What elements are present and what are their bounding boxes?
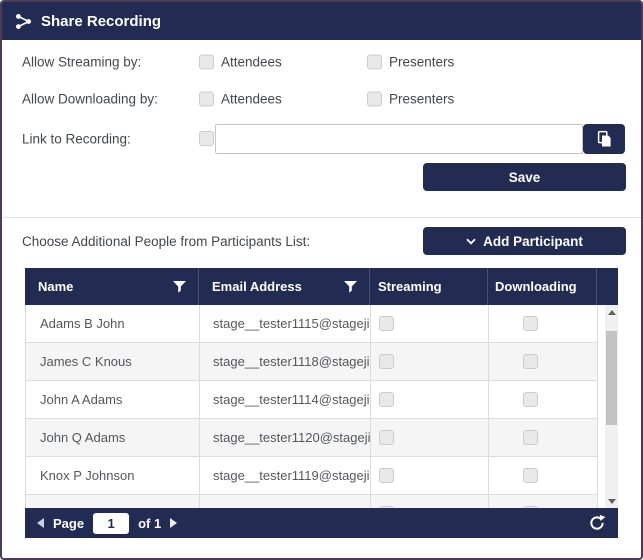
row-downloading-checkbox[interactable]: [523, 430, 538, 445]
participant-email: stage__tester1117@stageji...: [200, 495, 371, 508]
table-row[interactable]: Adams B John stage__tester1115@stageji..…: [26, 305, 598, 343]
save-button[interactable]: Save: [423, 163, 626, 191]
choose-participants-label: Choose Additional People from Participan…: [22, 234, 310, 249]
downloading-attendees-checkbox[interactable]: [199, 92, 214, 107]
row-downloading-checkbox[interactable]: [523, 468, 538, 483]
streaming-attendees-label: Attendees: [221, 55, 282, 70]
table-row[interactable]: James C Knous stage__tester1118@stageji.…: [26, 343, 598, 381]
table-body: Adams B John stage__tester1115@stageji..…: [25, 305, 618, 508]
add-participant-label: Add Participant: [483, 234, 583, 249]
page-number-input[interactable]: [93, 513, 129, 534]
link-enable-checkbox[interactable]: [199, 131, 214, 146]
downloading-attendees-option: Attendees: [199, 92, 282, 107]
downloading-presenters-label: Presenters: [389, 92, 454, 107]
column-header-downloading: Downloading: [488, 268, 597, 305]
downloading-presenters-checkbox[interactable]: [367, 92, 382, 107]
page-count-label: of 1: [138, 516, 161, 531]
scroll-up-icon[interactable]: [605, 305, 618, 319]
section-divider: [2, 217, 641, 218]
scroll-down-icon[interactable]: [605, 494, 618, 508]
streaming-attendees-checkbox[interactable]: [199, 55, 214, 70]
column-header-name: Name: [25, 268, 199, 305]
participant-name: John Q Adams: [26, 419, 200, 456]
downloading-attendees-label: Attendees: [221, 92, 282, 107]
streaming-attendees-option: Attendees: [199, 55, 282, 70]
copy-icon: [596, 130, 612, 148]
streaming-presenters-option: Presenters: [367, 55, 454, 70]
table-scrollbar[interactable]: [605, 305, 618, 508]
allow-downloading-label: Allow Downloading by:: [22, 92, 158, 107]
participant-email: stage__tester1118@stageji...: [200, 343, 371, 380]
row-downloading-checkbox[interactable]: [523, 392, 538, 407]
share-icon: [15, 13, 32, 30]
participants-table: Name Email Address Streaming Downloading: [25, 268, 618, 508]
allow-streaming-label: Allow Streaming by:: [22, 55, 141, 70]
copy-link-button[interactable]: [583, 124, 625, 154]
table-row[interactable]: John A Adams stage__tester1114@stageji..…: [26, 381, 598, 419]
filter-icon[interactable]: [344, 281, 357, 293]
row-downloading-checkbox[interactable]: [523, 354, 538, 369]
row-streaming-checkbox[interactable]: [379, 468, 394, 483]
row-streaming-checkbox[interactable]: [379, 430, 394, 445]
table-header: Name Email Address Streaming Downloading: [25, 268, 618, 305]
save-button-label: Save: [509, 170, 541, 185]
chevron-down-icon: [466, 238, 476, 245]
dialog-titlebar: Share Recording: [2, 2, 641, 40]
participant-name: Adams B John: [26, 305, 200, 342]
column-header-streaming: Streaming: [370, 268, 488, 305]
row-streaming-checkbox[interactable]: [379, 354, 394, 369]
filter-icon[interactable]: [173, 281, 186, 293]
table-row[interactable]: Knox P Johnson stage__tester1119@stageji…: [26, 457, 598, 495]
previous-page-icon[interactable]: [37, 518, 44, 528]
participant-email: stage__tester1120@stageji...: [200, 419, 371, 456]
participant-name: James C Knous: [26, 343, 200, 380]
dialog-title: Share Recording: [41, 13, 161, 30]
allow-streaming-row: Allow Streaming by: Attendees Presenters: [2, 52, 641, 72]
scrollbar-thumb[interactable]: [606, 331, 617, 425]
row-downloading-checkbox[interactable]: [523, 316, 538, 331]
table-footer: Page of 1: [25, 508, 618, 538]
add-participant-button[interactable]: Add Participant: [423, 227, 626, 255]
participant-name: Mary B Johnson: [26, 495, 200, 508]
page-label: Page: [53, 516, 84, 531]
participant-email: stage__tester1115@stageji...: [200, 305, 371, 342]
column-header-email: Email Address: [199, 268, 370, 305]
downloading-presenters-option: Presenters: [367, 92, 454, 107]
row-streaming-checkbox[interactable]: [379, 392, 394, 407]
streaming-presenters-checkbox[interactable]: [367, 55, 382, 70]
table-row[interactable]: John Q Adams stage__tester1120@stageji..…: [26, 419, 598, 457]
streaming-presenters-label: Presenters: [389, 55, 454, 70]
participant-name: John A Adams: [26, 381, 200, 418]
column-header-spacer: [597, 268, 618, 305]
participant-name: Knox P Johnson: [26, 457, 200, 494]
link-to-recording-label: Link to Recording:: [22, 132, 131, 147]
participant-email: stage__tester1114@stageji...: [200, 381, 371, 418]
allow-downloading-row: Allow Downloading by: Attendees Presente…: [2, 89, 641, 109]
row-streaming-checkbox[interactable]: [379, 316, 394, 331]
table-row[interactable]: Mary B Johnson stage__tester1117@stageji…: [26, 495, 598, 508]
refresh-icon[interactable]: [588, 514, 606, 532]
participant-email: stage__tester1119@stageji...: [200, 457, 371, 494]
link-to-recording-row: Link to Recording:: [2, 124, 641, 154]
recording-link-input[interactable]: [215, 124, 583, 154]
next-page-icon[interactable]: [170, 518, 177, 528]
share-recording-dialog: Share Recording Allow Streaming by: Atte…: [0, 0, 643, 560]
